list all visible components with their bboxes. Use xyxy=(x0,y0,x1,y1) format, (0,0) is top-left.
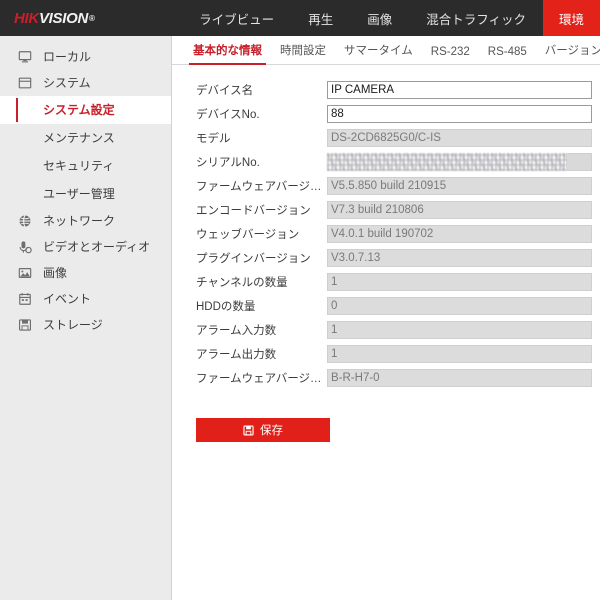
channel-count-input xyxy=(327,273,592,291)
tab-time-settings[interactable]: 時間設定 xyxy=(271,42,335,64)
main-content-panel: 基本的な情報 時間設定 サマータイム RS-232 RS-485 バージョン情報… xyxy=(172,36,600,600)
sidebar-item-label: ネットワーク xyxy=(43,214,116,228)
field-label: アラーム出力数 xyxy=(196,349,277,361)
field-label: デバイス名 xyxy=(196,85,254,97)
hikvision-web-config: HIK VISION ® ライブビュー 再生 画像 混合トラフィック 環境 ローカル xyxy=(0,0,600,600)
device-name-input[interactable] xyxy=(327,81,592,99)
field-label: デバイスNo. xyxy=(196,109,260,121)
window-icon xyxy=(16,75,34,91)
globe-icon xyxy=(16,213,34,229)
top-navigation-bar: HIK VISION ® ライブビュー 再生 画像 混合トラフィック 環境 xyxy=(0,0,600,36)
field-row-plugin-version: プラグインバージョン xyxy=(172,246,600,270)
content-tab-bar: 基本的な情報 時間設定 サマータイム RS-232 RS-485 バージョン情報 xyxy=(172,36,600,65)
field-row-encode-version: エンコードバージョン xyxy=(172,198,600,222)
field-label: プラグインバージョン xyxy=(196,253,311,265)
serial-no-field-end-cap xyxy=(566,153,592,171)
field-label: シリアルNo. xyxy=(196,157,260,169)
field-row-alarm-input-count: アラーム入力数 xyxy=(172,318,600,342)
sidebar-item-label: ユーザー管理 xyxy=(43,187,115,201)
sidebar-item-label: メンテナンス xyxy=(43,131,115,145)
basic-information-form: デバイス名 デバイスNo. モデル シリアルNo. xyxy=(172,65,600,442)
alarm-input-count-input xyxy=(327,321,592,339)
sidebar-item-security[interactable]: セキュリティ xyxy=(0,152,171,180)
nav-tab-list: ライブビュー 再生 画像 混合トラフィック 環境 xyxy=(105,0,600,36)
field-label: エンコードバージョン xyxy=(196,205,311,217)
sidebar-item-local[interactable]: ローカル xyxy=(0,44,171,70)
sidebar-item-label: セキュリティ xyxy=(43,159,115,173)
serial-no-redacted-value xyxy=(327,153,566,171)
firmware-version-property-input xyxy=(327,369,592,387)
tab-version-info[interactable]: バージョン情報 xyxy=(536,42,600,64)
serial-no-field xyxy=(327,153,592,171)
device-no-input[interactable] xyxy=(327,105,592,123)
nav-tab-picture[interactable]: 画像 xyxy=(350,0,409,36)
plugin-version-input xyxy=(327,249,592,267)
field-label: ファームウェアバージョ... xyxy=(196,373,327,385)
field-row-hdd-count: HDDの数量 xyxy=(172,294,600,318)
nav-tab-live-view[interactable]: ライブビュー xyxy=(182,0,291,36)
monitor-icon xyxy=(16,49,34,65)
field-label: ウェッブバージョン xyxy=(196,229,300,241)
body-container: ローカル システム システム設定 メンテナンス セキュリティ ユーザー管理 ネッ… xyxy=(0,36,600,600)
sidebar-item-user-management[interactable]: ユーザー管理 xyxy=(0,180,171,208)
firmware-version-input xyxy=(327,177,592,195)
sidebar-item-system[interactable]: システム xyxy=(0,70,171,96)
logo-text-hik: HIK xyxy=(14,9,39,27)
field-row-firmware-version-property: ファームウェアバージョ... xyxy=(172,366,600,390)
hdd-count-input xyxy=(327,297,592,315)
field-row-model: モデル xyxy=(172,126,600,150)
save-button[interactable]: 保存 xyxy=(196,418,330,442)
alarm-output-count-input xyxy=(327,345,592,363)
sidebar-item-maintenance[interactable]: メンテナンス xyxy=(0,124,171,152)
picture-icon xyxy=(16,265,34,281)
field-row-device-no: デバイスNo. xyxy=(172,102,600,126)
tab-rs485[interactable]: RS-485 xyxy=(479,46,536,64)
field-row-web-version: ウェッブバージョン xyxy=(172,222,600,246)
web-version-input xyxy=(327,225,592,243)
nav-tab-mixed-traffic[interactable]: 混合トラフィック xyxy=(409,0,543,36)
nav-tab-configuration[interactable]: 環境 xyxy=(542,0,600,36)
save-button-container: 保存 xyxy=(172,390,600,442)
tab-basic-information[interactable]: 基本的な情報 xyxy=(184,42,271,65)
sidebar-item-video-audio[interactable]: ビデオとオーディオ xyxy=(0,234,171,260)
field-label: HDDの数量 xyxy=(196,301,256,313)
sidebar-item-label: 画像 xyxy=(43,266,68,280)
field-label: チャンネルの数量 xyxy=(196,277,288,289)
field-row-firmware-version: ファームウェアバージョン xyxy=(172,174,600,198)
sidebar-item-image[interactable]: 画像 xyxy=(0,260,171,286)
field-row-serial-no: シリアルNo. xyxy=(172,150,600,174)
sidebar-item-label: システム設定 xyxy=(43,103,115,117)
field-row-device-name: デバイス名 xyxy=(172,78,600,102)
tab-rs232[interactable]: RS-232 xyxy=(422,46,479,64)
sidebar-item-system-settings[interactable]: システム設定 xyxy=(0,96,171,124)
field-label: アラーム入力数 xyxy=(196,325,277,337)
sidebar-navigation: ローカル システム システム設定 メンテナンス セキュリティ ユーザー管理 ネッ… xyxy=(0,36,172,600)
sidebar-item-label: ストレージ xyxy=(43,318,103,332)
sidebar-item-network[interactable]: ネットワーク xyxy=(0,208,171,234)
field-row-alarm-output-count: アラーム出力数 xyxy=(172,342,600,366)
sidebar-item-label: ローカル xyxy=(43,50,92,64)
sidebar-item-label: システム xyxy=(43,76,91,90)
video-audio-icon xyxy=(16,239,34,255)
model-input xyxy=(327,129,592,147)
calendar-icon xyxy=(16,291,34,307)
floppy-icon xyxy=(16,317,34,333)
field-label: モデル xyxy=(196,133,231,145)
save-button-label: 保存 xyxy=(260,425,283,437)
encode-version-input xyxy=(327,201,592,219)
logo-text-vision: VISION xyxy=(38,9,88,27)
floppy-save-icon xyxy=(243,425,254,436)
sidebar-item-label: ビデオとオーディオ xyxy=(43,240,151,254)
sidebar-item-event[interactable]: イベント xyxy=(0,286,171,312)
tab-dst[interactable]: サマータイム xyxy=(335,42,422,64)
field-row-channel-count: チャンネルの数量 xyxy=(172,270,600,294)
sidebar-item-storage[interactable]: ストレージ xyxy=(0,312,171,338)
hikvision-logo: HIK VISION ® xyxy=(0,0,105,36)
field-label: ファームウェアバージョン xyxy=(196,181,327,193)
registered-trademark-icon: ® xyxy=(88,13,95,23)
nav-tab-playback[interactable]: 再生 xyxy=(291,0,350,36)
sidebar-item-label: イベント xyxy=(43,292,92,306)
